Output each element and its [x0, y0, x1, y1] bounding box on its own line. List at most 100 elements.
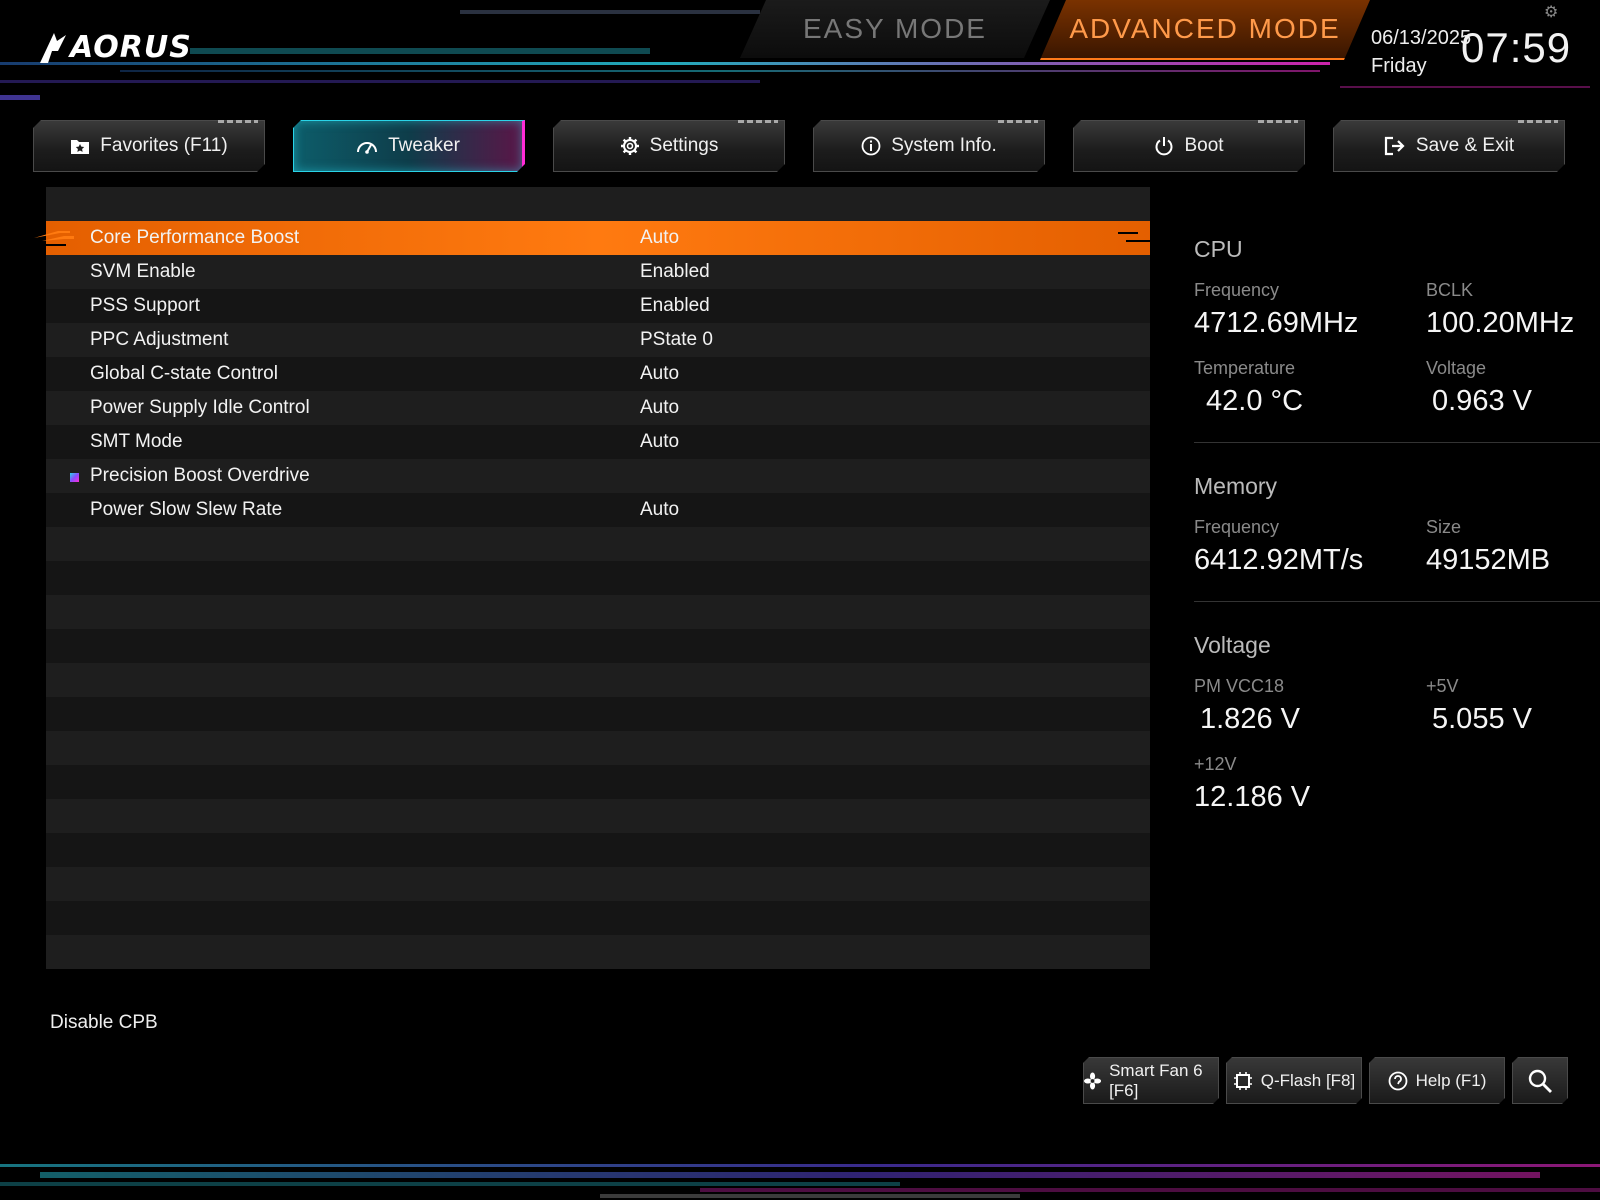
smart-fan-button[interactable]: Smart Fan 6 [F6] [1083, 1057, 1219, 1104]
plus12v-label: +12V [1194, 754, 1237, 774]
setting-row-core-performance-boost[interactable]: Core Performance Boost Auto [34, 221, 1150, 255]
tab-favorites-label: Favorites (F11) [100, 135, 228, 156]
cpu-stats: Frequency 4712.69MHz BCLK 100.20MHz Temp… [1194, 276, 1600, 432]
date-text: 06/13/2025 [1371, 27, 1472, 49]
tab-save-exit-label: Save & Exit [1415, 135, 1515, 156]
setting-value[interactable]: Auto [640, 227, 679, 249]
cpu-temperature-value: 42.0 °C [1206, 385, 1304, 417]
setting-value[interactable]: Auto [640, 397, 679, 419]
empty-row [46, 833, 1150, 867]
section-divider [1194, 601, 1600, 602]
aorus-logo: AORUS [38, 30, 192, 65]
item-help-text: Disable CPB [50, 1012, 158, 1033]
tab-system-info[interactable]: System Info. [813, 120, 1045, 172]
info-icon [861, 136, 881, 156]
tab-system-info-label: System Info. [891, 135, 997, 156]
empty-row [46, 901, 1150, 935]
tab-boot[interactable]: Boot [1073, 120, 1305, 172]
memory-size-value: 49152MB [1426, 544, 1551, 576]
bclk-label: BCLK [1426, 280, 1474, 300]
setting-label: Power Supply Idle Control [90, 397, 310, 418]
date-display: 06/13/2025 Friday [1371, 24, 1471, 80]
setting-value[interactable]: Auto [640, 363, 679, 385]
setting-row-pss-support[interactable]: PSS Support Enabled [46, 289, 1150, 323]
setting-label: PSS Support [90, 295, 200, 316]
memory-frequency-label: Frequency [1194, 517, 1280, 537]
setting-value[interactable]: PState 0 [640, 329, 713, 351]
hardware-monitor-panel: CPU Frequency 4712.69MHz BCLK 100.20MHz … [1194, 236, 1600, 828]
settings-list: Core Performance Boost Auto SVM Enable E… [34, 187, 1150, 969]
setting-label: SMT Mode [90, 431, 183, 452]
setting-row-power-slow-slew-rate[interactable]: Power Slow Slew Rate Auto [46, 493, 1150, 527]
tab-save-exit[interactable]: Save & Exit [1333, 120, 1565, 172]
empty-row [46, 867, 1150, 901]
tab-tweaker[interactable]: Tweaker [293, 120, 525, 172]
clock-display: 07:59 [1461, 24, 1572, 71]
fan-icon [1084, 1071, 1101, 1091]
advanced-mode-label: ADVANCED MODE [1069, 13, 1341, 44]
selection-decoration [1118, 232, 1150, 242]
submenu-bullet-icon [70, 473, 79, 482]
setting-row-global-c-state-control[interactable]: Global C-state Control Auto [46, 357, 1150, 391]
exit-icon [1384, 136, 1406, 156]
setting-label: Precision Boost Overdrive [90, 465, 310, 486]
empty-row [46, 731, 1150, 765]
empty-row [46, 663, 1150, 697]
settings-gear-icon[interactable]: ⚙ [1544, 2, 1558, 22]
tab-tweaker-label: Tweaker [388, 135, 460, 156]
search-button[interactable] [1512, 1057, 1568, 1104]
setting-row-precision-boost-overdrive[interactable]: Precision Boost Overdrive [46, 459, 1150, 493]
advanced-mode-button[interactable]: ADVANCED MODE [1040, 0, 1370, 60]
empty-row [46, 595, 1150, 629]
empty-row [46, 935, 1150, 969]
plus5v-label: +5V [1426, 676, 1459, 696]
empty-row [46, 799, 1150, 833]
favorites-icon [70, 137, 90, 155]
setting-row-svm-enable[interactable]: SVM Enable Enabled [46, 255, 1150, 289]
eagle-icon [40, 32, 66, 63]
pm-vcc18-value: 1.826 V [1200, 703, 1300, 735]
setting-row-ppc-adjustment[interactable]: PPC Adjustment PState 0 [46, 323, 1150, 357]
empty-row [46, 527, 1150, 561]
help-icon [1388, 1071, 1408, 1091]
setting-value[interactable]: Auto [640, 431, 679, 453]
memory-frequency-value: 6412.92MT/s [1194, 544, 1364, 576]
pm-vcc18-label: PM VCC18 [1194, 676, 1285, 696]
help-button[interactable]: Help (F1) [1369, 1057, 1505, 1104]
easy-mode-label: EASY MODE [803, 13, 987, 44]
setting-row-smt-mode[interactable]: SMT Mode Auto [46, 425, 1150, 459]
logo-text: AORUS [70, 30, 192, 65]
tab-favorites[interactable]: Favorites (F11) [33, 120, 265, 172]
cpu-voltage-label: Voltage [1426, 358, 1487, 378]
list-header-row [46, 187, 1150, 221]
setting-value[interactable]: Auto [640, 499, 679, 521]
gear-icon [620, 136, 640, 156]
empty-row [46, 765, 1150, 799]
setting-label: PPC Adjustment [90, 329, 229, 350]
section-divider [1194, 442, 1600, 443]
power-icon [1154, 136, 1174, 156]
cpu-temperature-label: Temperature [1194, 358, 1296, 378]
footer-decoration [0, 1164, 1600, 1198]
help-label: Help (F1) [1415, 1070, 1487, 1090]
tab-settings[interactable]: Settings [553, 120, 785, 172]
setting-value[interactable]: Enabled [640, 261, 710, 283]
empty-row [46, 629, 1150, 663]
cpu-section-title: CPU [1194, 236, 1243, 262]
tab-settings-label: Settings [649, 135, 719, 156]
qflash-label: Q-Flash [F8] [1260, 1070, 1356, 1090]
memory-stats: Frequency 6412.92MT/s Size 49152MB [1194, 513, 1600, 591]
bclk-value: 100.20MHz [1426, 307, 1575, 339]
setting-label: Core Performance Boost [90, 227, 300, 248]
setting-row-power-supply-idle-control[interactable]: Power Supply Idle Control Auto [46, 391, 1150, 425]
setting-label: Global C-state Control [90, 363, 278, 384]
weekday-text: Friday [1371, 55, 1427, 77]
main-tabs: Favorites (F11) Tweaker Settings System … [33, 120, 1569, 172]
smart-fan-label: Smart Fan 6 [F6] [1109, 1060, 1203, 1100]
empty-row [46, 561, 1150, 595]
setting-value[interactable]: Enabled [640, 295, 710, 317]
memory-section-title: Memory [1194, 473, 1278, 499]
plus12v-value: 12.186 V [1194, 781, 1311, 813]
qflash-button[interactable]: Q-Flash [F8] [1226, 1057, 1362, 1104]
easy-mode-button[interactable]: EASY MODE [740, 0, 1050, 58]
